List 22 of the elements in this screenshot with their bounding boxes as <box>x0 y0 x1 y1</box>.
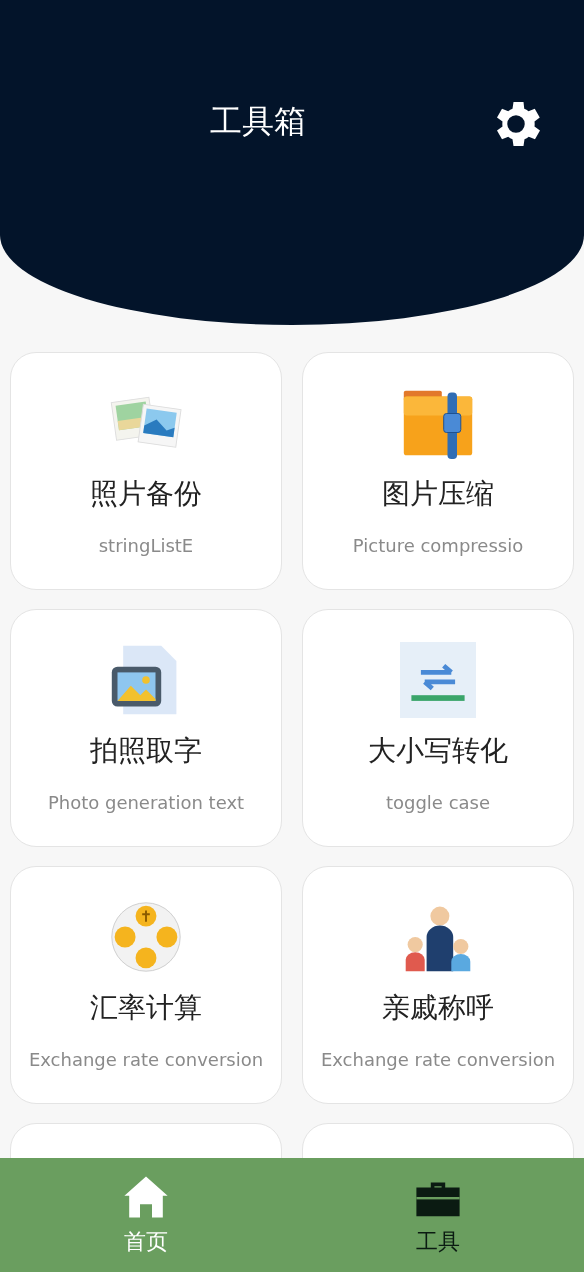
tool-subtitle: Picture compressio <box>352 535 524 556</box>
tool-card[interactable]: 亲戚称呼 Exchange rate conversion <box>302 866 574 1104</box>
tool-title: 亲戚称呼 <box>382 990 494 1026</box>
tool-subtitle: stringListE <box>98 535 194 556</box>
page-title: 工具箱 <box>210 101 306 142</box>
tool-card[interactable]: 图片压缩 Picture compressio <box>302 352 574 590</box>
nav-tab[interactable]: 工具 <box>292 1158 584 1272</box>
swap-arrows-icon <box>400 642 476 718</box>
tool-title: 大小写转化 <box>368 733 508 769</box>
tool-card[interactable]: 大小写转化 toggle case <box>302 609 574 847</box>
tool-title: 拍照取字 <box>90 733 202 769</box>
tool-card[interactable]: 汇率计算 Exchange rate conversion <box>10 866 282 1104</box>
tool-title: 图片压缩 <box>382 476 494 512</box>
tool-card[interactable]: 拍照取字 Photo generation text <box>10 609 282 847</box>
tool-card[interactable]: 照片备份 stringListE <box>10 352 282 590</box>
tool-subtitle: toggle case <box>385 792 491 813</box>
tool-subtitle: Exchange rate conversion <box>320 1049 556 1070</box>
currency-coins-icon <box>108 899 184 975</box>
tool-title: 照片备份 <box>90 476 202 512</box>
tool-subtitle: Photo generation text <box>47 792 245 813</box>
tool-title: 汇率计算 <box>90 990 202 1026</box>
tool-subtitle: Exchange rate conversion <box>28 1049 264 1070</box>
